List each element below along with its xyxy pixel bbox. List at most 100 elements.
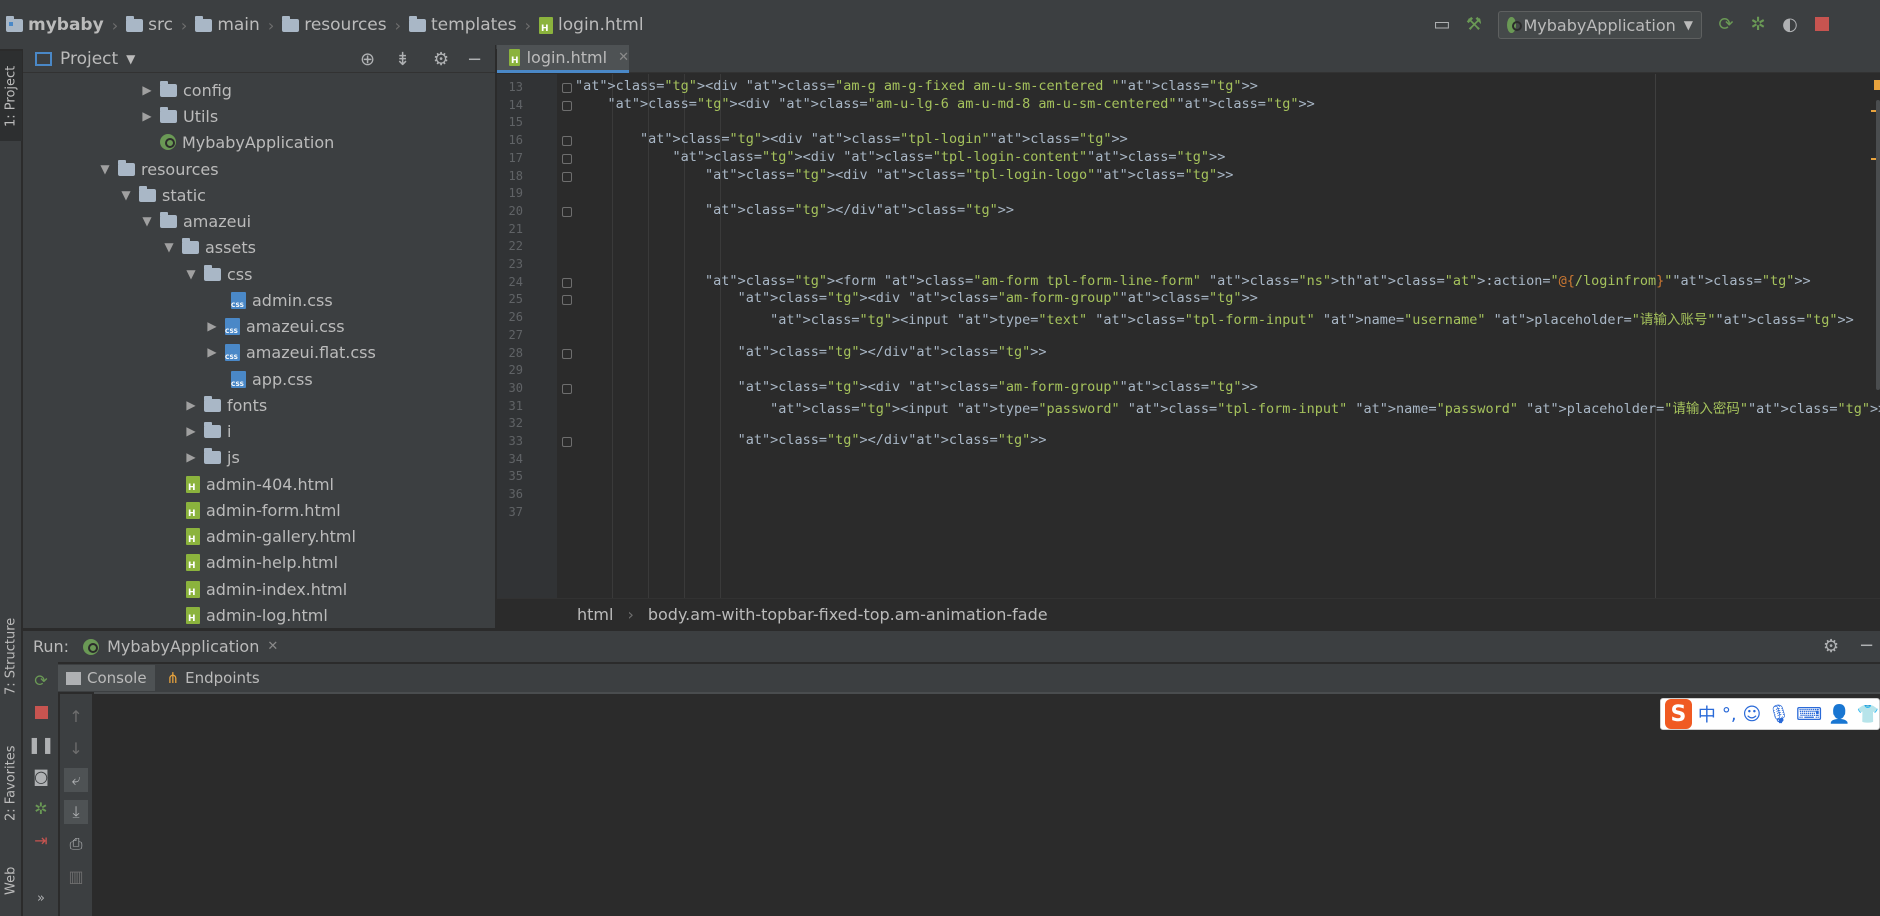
chevron-down-icon[interactable]: ▼: [184, 267, 198, 281]
gear-icon[interactable]: ⚙: [433, 49, 449, 70]
tab-console[interactable]: Console: [58, 665, 155, 691]
terminal-icon[interactable]: ▭: [1432, 14, 1452, 35]
tree-item-assets[interactable]: ▼ assets: [162, 234, 256, 260]
exit-icon[interactable]: ⇥: [31, 830, 51, 850]
emoji-icon[interactable]: ☺: [1743, 704, 1762, 725]
breadcrumb-templates[interactable]: templates: [409, 15, 517, 35]
tree-item-admin-css[interactable]: admin.css: [231, 287, 333, 313]
hide-minimize-icon[interactable]: −: [467, 49, 482, 70]
more-icon[interactable]: »: [31, 888, 51, 908]
collapse-all-icon[interactable]: ⇟: [395, 49, 410, 70]
ime-punctuation-toggle[interactable]: °,: [1722, 704, 1737, 725]
code-line[interactable]: "at">class="tg"><div "at">class="tpl-log…: [575, 149, 1226, 165]
code-line[interactable]: "at">class="tg"></div"at">class="tg">>: [575, 344, 1047, 360]
console-output[interactable]: [94, 694, 1880, 916]
hide-minimize-icon[interactable]: −: [1859, 635, 1874, 656]
close-icon[interactable]: ✕: [267, 639, 278, 654]
tree-item-admin-form-html[interactable]: admin-form.html: [186, 497, 341, 523]
tree-item-app-css[interactable]: app.css: [231, 366, 313, 392]
fold-marker[interactable]: [562, 171, 572, 182]
stop-icon[interactable]: [1812, 14, 1832, 34]
pause-icon[interactable]: ❚❚: [28, 734, 55, 754]
chevron-right-icon[interactable]: ▶: [140, 109, 154, 123]
fold-marker[interactable]: [562, 295, 572, 306]
tree-item-admin-help-html[interactable]: admin-help.html: [186, 549, 338, 575]
locate-target-icon[interactable]: ⊕: [360, 49, 375, 70]
user-icon[interactable]: 👤: [1828, 704, 1850, 725]
fold-marker[interactable]: [562, 153, 572, 164]
tree-item-css[interactable]: ▼ css: [184, 261, 252, 287]
print-icon[interactable]: ⎙: [66, 834, 86, 854]
chevron-down-icon[interactable]: ▼: [162, 240, 176, 254]
fold-marker[interactable]: [562, 83, 572, 93]
chevron-down-icon[interactable]: ▼: [126, 52, 135, 66]
code-line[interactable]: "at">class="tg"><div "at">class="am-g am…: [575, 78, 1258, 94]
chevron-right-icon[interactable]: ▶: [140, 83, 154, 97]
tab-endpoints[interactable]: ⋔ Endpoints: [159, 665, 268, 691]
tab-structure[interactable]: 7: Structure: [0, 606, 22, 706]
breadcrumb-file[interactable]: login.html: [539, 15, 644, 35]
project-panel-title[interactable]: Project: [60, 49, 118, 69]
tab-favorites[interactable]: 2: Favorites: [0, 731, 22, 836]
ime-logo-icon[interactable]: S: [1665, 699, 1692, 729]
tree-item-resources[interactable]: ▼ resources: [98, 156, 219, 182]
tree-item-utils[interactable]: ▶ Utils: [140, 103, 218, 129]
stop-icon[interactable]: [31, 702, 51, 722]
code-line[interactable]: "at">class="tg"><div "at">class="tpl-log…: [575, 167, 1233, 183]
fold-marker[interactable]: [562, 383, 572, 394]
gear-icon[interactable]: ⚙: [1823, 636, 1839, 657]
code-line[interactable]: "at">class="tg"><input "at">type="text" …: [575, 308, 1854, 328]
tree-item-amazeui-flat-css[interactable]: ▶ amazeui.flat.css: [205, 339, 375, 365]
tree-item-admin-404-html[interactable]: admin-404.html: [186, 471, 334, 497]
fold-marker[interactable]: [562, 437, 572, 447]
breadcrumb-src[interactable]: src: [126, 15, 173, 35]
rerun-icon[interactable]: ⟳: [31, 670, 51, 690]
editor-scrollbar[interactable]: [1876, 100, 1880, 390]
skin-shirt-icon[interactable]: 👕: [1857, 704, 1879, 725]
breadcrumb-main[interactable]: main: [195, 15, 260, 35]
tab-web[interactable]: Web: [0, 851, 22, 911]
error-stripe-mark[interactable]: [1874, 80, 1880, 90]
scroll-to-end-icon[interactable]: ⤓: [64, 800, 88, 824]
build-hammer-icon[interactable]: ⚒: [1464, 14, 1484, 35]
keyboard-icon[interactable]: ⌨: [1796, 704, 1822, 725]
code-line[interactable]: "at">class="tg"><div "at">class="am-u-lg…: [575, 96, 1315, 112]
breadcrumb-project[interactable]: mybaby: [6, 15, 104, 35]
fold-marker[interactable]: [562, 136, 572, 147]
tab-project[interactable]: 1: Project: [0, 51, 22, 141]
code-line[interactable]: "at">class="tg"><form "at">class="am-for…: [575, 273, 1811, 289]
arrow-up-icon[interactable]: ↑: [66, 706, 86, 726]
debug-bug-icon[interactable]: ✲: [31, 798, 51, 818]
chevron-right-icon[interactable]: ▶: [184, 424, 198, 438]
code-line[interactable]: "at">class="tg"><div "at">class="am-form…: [575, 379, 1258, 395]
tree-item-amazeui[interactable]: ▼ amazeui: [140, 208, 251, 234]
coverage-shield-icon[interactable]: ◐: [1780, 14, 1800, 35]
tree-item-js[interactable]: ▶ js: [184, 444, 240, 470]
chevron-down-icon[interactable]: ▼: [119, 188, 133, 202]
tree-item-amazeui-css[interactable]: ▶ amazeui.css: [205, 313, 344, 339]
chevron-down-icon[interactable]: ▼: [98, 162, 112, 176]
path-crumb-html[interactable]: html: [577, 605, 613, 624]
code-line[interactable]: "at">class="tg"><div "at">class="tpl-log…: [575, 131, 1128, 147]
tree-item-admin-index-html[interactable]: admin-index.html: [186, 576, 347, 602]
fold-marker[interactable]: [562, 100, 572, 111]
run-configuration-select[interactable]: MybabyApplication ▼: [1498, 11, 1702, 39]
run-config-tab[interactable]: MybabyApplication ✕: [83, 637, 278, 656]
tab-login-html[interactable]: login.html ✕: [497, 45, 629, 73]
code-line[interactable]: "at">class="tg"></div"at">class="tg">>: [575, 202, 1014, 218]
tree-item-admin-log-html[interactable]: admin-log.html: [186, 602, 328, 628]
tree-item-i[interactable]: ▶ i: [184, 418, 231, 444]
chevron-right-icon[interactable]: ▶: [184, 450, 198, 464]
tree-item-mybabyapplication[interactable]: MybabyApplication: [160, 129, 334, 155]
arrow-down-icon[interactable]: ↓: [66, 738, 86, 758]
code-editor[interactable]: "at">class="tg"><div "at">class="am-g am…: [572, 74, 1880, 598]
chevron-right-icon[interactable]: ▶: [205, 319, 219, 333]
fold-marker[interactable]: [562, 348, 572, 359]
tree-item-config[interactable]: ▶ config: [140, 77, 232, 103]
tree-item-admin-gallery-html[interactable]: admin-gallery.html: [186, 523, 356, 549]
chevron-down-icon[interactable]: ▼: [140, 214, 154, 228]
camera-icon[interactable]: ◙: [31, 766, 51, 786]
chevron-right-icon[interactable]: ▶: [184, 398, 198, 412]
code-line[interactable]: "at">class="tg"><div "at">class="am-form…: [575, 290, 1258, 306]
tree-item-static[interactable]: ▼ static: [119, 182, 206, 208]
